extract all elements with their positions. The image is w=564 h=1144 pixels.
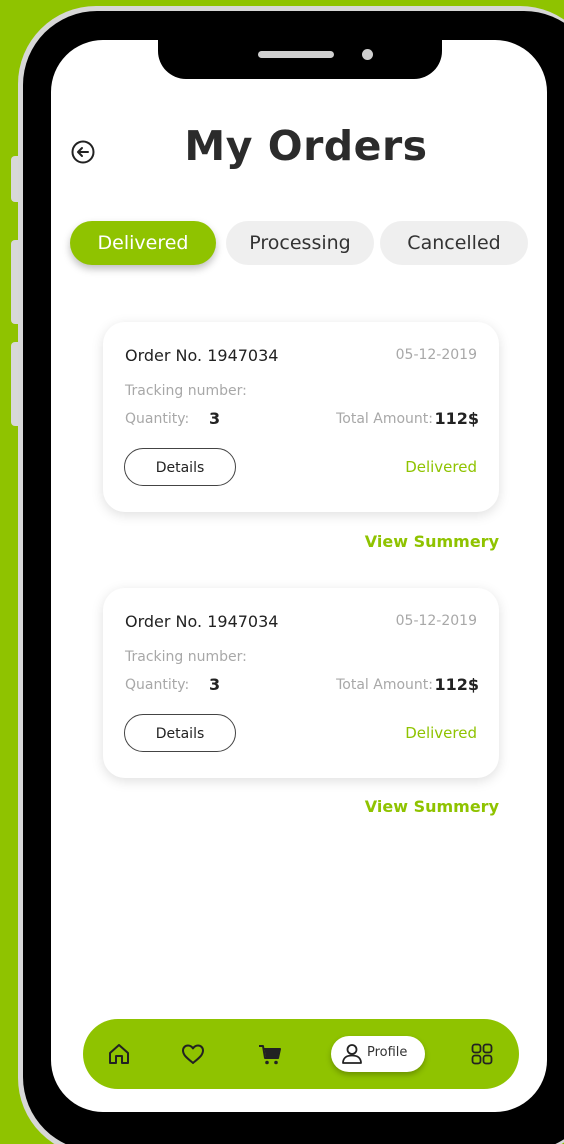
tracking-label: Tracking number: [125, 649, 247, 665]
back-button[interactable] [68, 137, 98, 167]
order-number: Order No. 1947034 [125, 612, 279, 631]
nav-home[interactable] [105, 1040, 133, 1068]
page-title: My Orders [184, 122, 428, 170]
nav-profile[interactable]: Profile [331, 1036, 425, 1072]
total-amount-value: 112$ [434, 675, 479, 694]
order-date: 05-12-2019 [395, 613, 477, 629]
order-status: Delivered [405, 458, 477, 476]
grid-icon [471, 1043, 493, 1065]
phone-notch [158, 34, 442, 79]
total-amount-value: 112$ [434, 409, 479, 428]
profile-icon [342, 1044, 362, 1064]
front-camera [362, 49, 373, 60]
order-date: 05-12-2019 [395, 347, 477, 363]
speaker-grille [258, 51, 334, 58]
heart-icon [182, 1044, 204, 1064]
tracking-label: Tracking number: [125, 383, 247, 399]
bottom-nav: Profile [83, 1019, 519, 1089]
quantity-value: 3 [209, 675, 221, 694]
phone-screen: My Orders Delivered Processing Cancelled… [51, 40, 547, 1112]
order-number: Order No. 1947034 [125, 346, 279, 365]
profile-label: Profile [367, 1045, 408, 1060]
total-amount-label: Total Amount: [336, 411, 433, 427]
nav-favorites[interactable] [179, 1040, 207, 1068]
tab-processing[interactable]: Processing [226, 221, 374, 265]
tab-cancelled[interactable]: Cancelled [380, 221, 528, 265]
nav-menu[interactable] [468, 1040, 496, 1068]
home-icon [109, 1044, 129, 1064]
order-card: Order No. 1947034 05-12-2019 Tracking nu… [103, 322, 499, 512]
view-summary-link[interactable]: View Summery [365, 532, 499, 551]
quantity-value: 3 [209, 409, 221, 428]
quantity-label: Quantity: [125, 677, 190, 693]
page: My Orders Delivered Processing Cancelled… [0, 0, 564, 1144]
details-button[interactable]: Details [124, 448, 236, 486]
details-button[interactable]: Details [124, 714, 236, 752]
order-status: Delivered [405, 724, 477, 742]
order-card: Order No. 1947034 05-12-2019 Tracking nu… [103, 588, 499, 778]
quantity-label: Quantity: [125, 411, 190, 427]
cart-icon [259, 1045, 281, 1065]
nav-cart[interactable] [256, 1040, 284, 1068]
arrow-left-circle-icon [71, 140, 95, 164]
tab-delivered[interactable]: Delivered [70, 221, 216, 265]
view-summary-link[interactable]: View Summery [365, 797, 499, 816]
total-amount-label: Total Amount: [336, 677, 433, 693]
